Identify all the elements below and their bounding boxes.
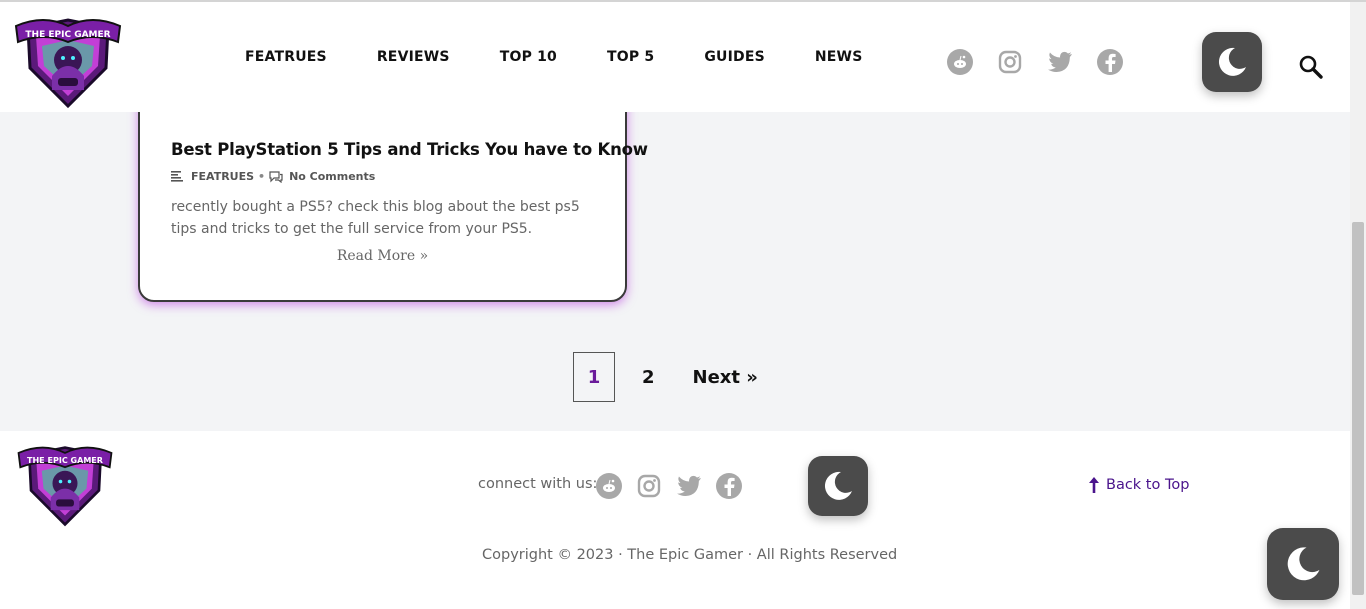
footer-social-links — [596, 473, 742, 499]
pagination-page-2[interactable]: 2 — [642, 367, 655, 388]
nav-item-top-10[interactable]: TOP 10 — [500, 49, 557, 65]
facebook-icon[interactable] — [1097, 49, 1123, 75]
nav-item-top-5[interactable]: TOP 5 — [607, 49, 654, 65]
reddit-icon[interactable] — [596, 473, 622, 499]
main-navigation: FEATRUES REVIEWS TOP 10 TOP 5 GUIDES NEW… — [245, 2, 912, 112]
instagram-icon[interactable] — [997, 49, 1023, 75]
twitter-icon[interactable] — [1047, 49, 1073, 75]
svg-text:THE EPIC GAMER: THE EPIC GAMER — [27, 456, 104, 465]
post-excerpt: recently bought a PS5? check this blog a… — [171, 199, 580, 237]
dark-mode-toggle[interactable] — [1202, 32, 1262, 92]
category-icon — [171, 171, 183, 182]
header-social-links — [947, 49, 1123, 75]
nav-item-reviews[interactable]: REVIEWS — [377, 49, 450, 65]
back-to-top-link[interactable]: Back to Top — [1088, 476, 1189, 494]
moon-icon — [1218, 47, 1246, 76]
post-category-link[interactable]: FEATRUES — [191, 170, 254, 183]
search-icon — [1299, 55, 1323, 79]
arrow-up-icon — [1089, 477, 1099, 493]
moon-icon — [824, 471, 852, 500]
instagram-icon[interactable] — [636, 473, 662, 499]
moon-icon — [1287, 547, 1320, 581]
svg-text:THE EPIC GAMER: THE EPIC GAMER — [25, 30, 110, 40]
pagination-next[interactable]: Next » — [693, 367, 758, 388]
nav-item-featrues[interactable]: FEATRUES — [245, 49, 327, 65]
copyright-text: Copyright © 2023 · The Epic Gamer · All … — [482, 547, 898, 563]
facebook-icon[interactable] — [716, 473, 742, 499]
nav-item-guides[interactable]: GUIDES — [704, 49, 765, 65]
site-footer: THE EPIC GAMER connect with us: Back to … — [0, 431, 1350, 609]
connect-label: connect with us: — [478, 476, 598, 492]
footer-logo[interactable]: THE EPIC GAMER — [14, 444, 116, 528]
floating-dark-mode-toggle[interactable] — [1267, 528, 1339, 600]
scrollbar-thumb[interactable] — [1352, 222, 1364, 595]
site-logo[interactable]: THE EPIC GAMER — [14, 16, 122, 110]
nav-item-news[interactable]: NEWS — [815, 49, 863, 65]
reddit-icon[interactable] — [947, 49, 973, 75]
post-comments-link[interactable]: No Comments — [289, 170, 375, 183]
pagination-current-page: 1 — [573, 352, 615, 402]
meta-separator: • — [258, 170, 266, 183]
site-header: THE EPIC GAMER FEATRUES REVIEWS TOP 10 T… — [0, 2, 1350, 112]
pagination: 1 2 Next » — [573, 352, 758, 402]
footer-dark-mode-toggle[interactable] — [808, 456, 868, 516]
search-button[interactable] — [1298, 54, 1324, 80]
comments-icon — [269, 170, 283, 183]
post-title[interactable]: Best PlayStation 5 Tips and Tricks You h… — [171, 140, 648, 159]
back-to-top-label: Back to Top — [1106, 477, 1190, 493]
read-more-link[interactable]: Read More » — [140, 248, 625, 264]
twitter-icon[interactable] — [676, 473, 702, 499]
post-meta: FEATRUES • No Comments — [171, 170, 375, 183]
page-scrollbar[interactable] — [1350, 2, 1366, 609]
